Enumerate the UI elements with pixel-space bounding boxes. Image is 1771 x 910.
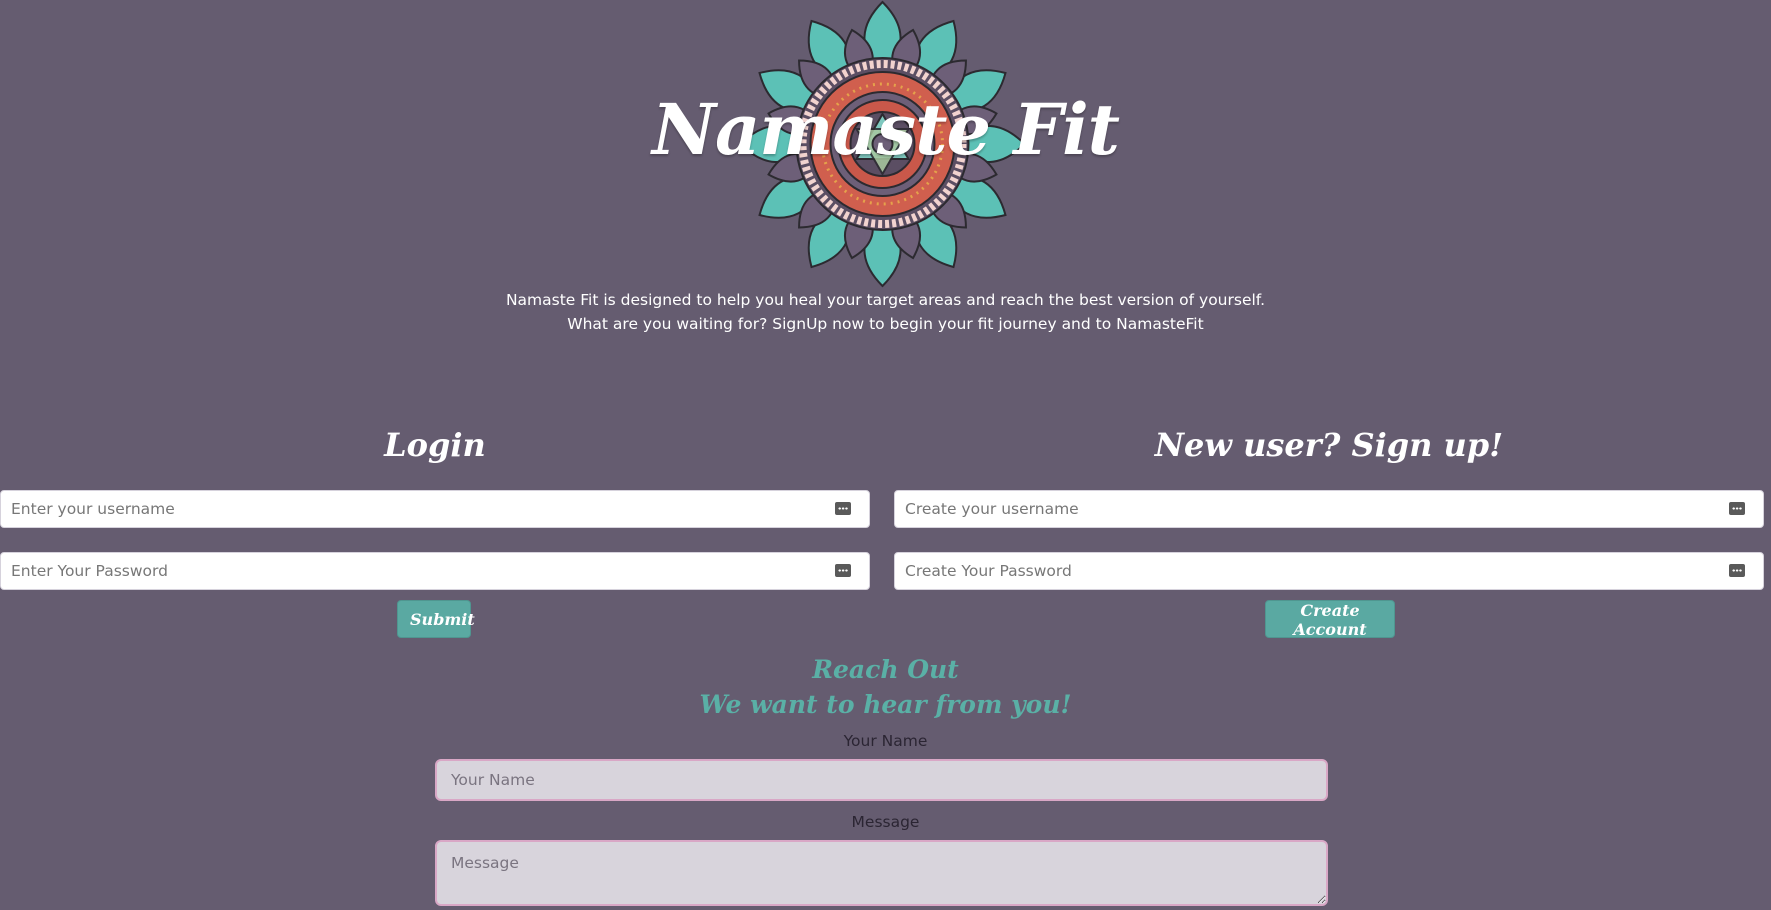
create-account-button[interactable]: Create Account [1265, 600, 1395, 639]
tagline-line-1: Namaste Fit is designed to help you heal… [505, 291, 1266, 309]
contact-subheading: We want to hear from you! [699, 690, 1072, 719]
contact-message-textarea[interactable] [435, 840, 1328, 906]
signup-form: New user? Sign up! Create Account [894, 420, 1764, 639]
contact-heading: Reach Out [812, 655, 959, 684]
password-manager-key-icon[interactable] [1729, 564, 1745, 577]
signup-password-input[interactable] [895, 553, 1763, 589]
password-manager-key-icon[interactable] [835, 564, 851, 577]
contact-name-input[interactable] [435, 759, 1328, 801]
signup-username-input[interactable] [895, 491, 1763, 527]
login-title: Login [384, 426, 486, 464]
login-form: Login Submit [0, 420, 870, 638]
hero-section: Namaste Fit Namaste Fit is designed to h… [0, 0, 1771, 333]
signup-username-field[interactable] [894, 490, 1764, 528]
login-username-input[interactable] [1, 491, 869, 527]
login-password-input[interactable] [1, 553, 869, 589]
tagline-line-2: What are you waiting for? SignUp now to … [567, 315, 1204, 333]
password-manager-key-icon[interactable] [1729, 502, 1745, 515]
signup-password-field[interactable] [894, 552, 1764, 590]
name-label: Your Name [843, 732, 928, 750]
login-username-field[interactable] [0, 490, 870, 528]
login-password-field[interactable] [0, 552, 870, 590]
password-manager-key-icon[interactable] [835, 502, 851, 515]
submit-button[interactable]: Submit [397, 600, 475, 638]
signup-title: New user? Sign up! [1154, 426, 1504, 464]
brand-title: Namaste Fit [651, 88, 1120, 171]
message-label: Message [851, 813, 920, 831]
